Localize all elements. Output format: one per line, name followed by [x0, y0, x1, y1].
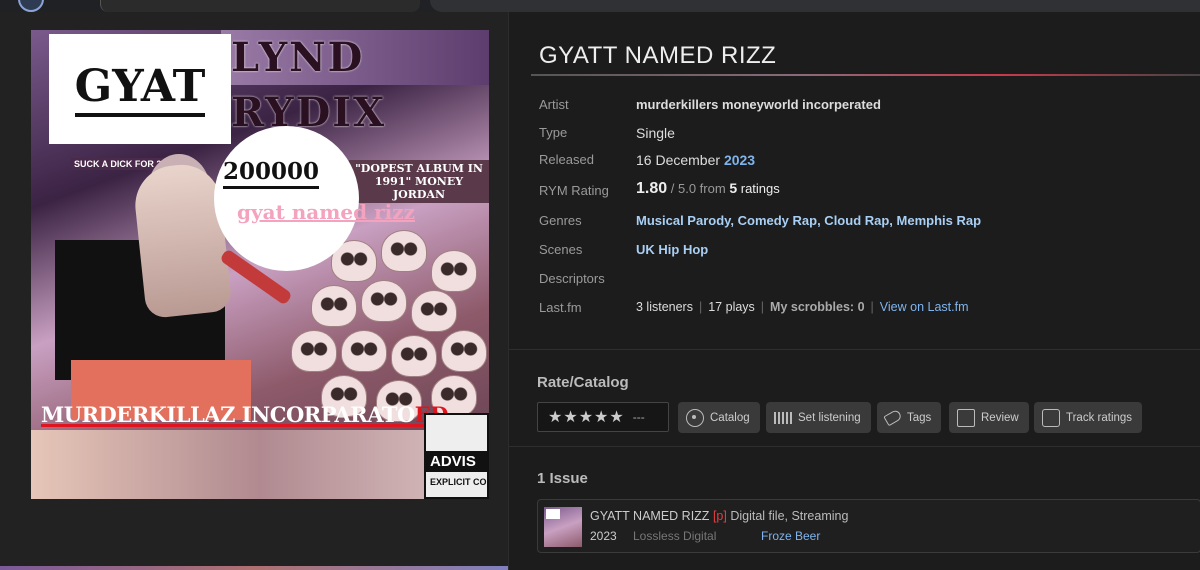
cover-count: 200000 — [223, 158, 320, 189]
released-value: 16 December 2023 — [636, 152, 755, 168]
cover-pink-text: gyat named rizz — [237, 200, 415, 224]
rate-catalog-heading: Rate/Catalog — [537, 374, 629, 391]
released-year-link[interactable]: 2023 — [724, 152, 755, 168]
cover-banner: MURDERKILLAZ INCORPARATOED — [41, 402, 449, 427]
release-title: GYATT NAMED RIZZ — [539, 42, 777, 69]
genres-links[interactable]: Musical Parody, Comedy Rap, Cloud Rap, M… — [636, 213, 981, 228]
lastfm-scrobbles-label: My scrobbles: — [770, 300, 855, 314]
catalog-button[interactable]: Catalog — [678, 402, 760, 433]
set-listening-label: Set listening — [798, 411, 861, 424]
browser-tab[interactable] — [100, 0, 420, 12]
descriptors-label: Descriptors — [539, 271, 605, 286]
rating-value: 1.80 / 5.0 from 5 ratings — [636, 180, 780, 198]
rating-placeholder: --- — [632, 410, 645, 424]
rating-count: 5 — [729, 180, 738, 196]
rating-max: / 5.0 from — [670, 181, 726, 196]
section-divider-2 — [509, 446, 1200, 447]
cover-color-bar — [0, 566, 508, 570]
advisory-bottom-text: EXPLICIT CO — [430, 477, 487, 487]
browser-address-bar[interactable] — [430, 0, 1200, 12]
tags-button[interactable]: Tags — [877, 402, 942, 433]
cover-white-circle — [214, 126, 359, 271]
browser-profile-icon[interactable] — [18, 0, 44, 12]
cover-gyat-text: GYAT — [74, 61, 206, 117]
tags-button-label: Tags — [907, 411, 932, 424]
genres-label: Genres — [539, 213, 582, 228]
lastfm-plays: 17 plays — [708, 300, 755, 314]
issue-title-line: GYATT NAMED RIZZ [p] Digital file, Strea… — [590, 509, 848, 523]
rating-stars[interactable]: ★★★★★ — [548, 407, 625, 427]
title-divider — [531, 74, 1200, 76]
section-divider — [509, 349, 1200, 350]
advisory-top-text: ADVIS — [426, 451, 487, 472]
browser-tab-strip — [0, 0, 1200, 12]
release-info-panel: GYATT NAMED RIZZ Artist murderkillers mo… — [508, 12, 1200, 570]
track-ratings-button[interactable]: Track ratings — [1034, 402, 1143, 433]
review-pen-icon — [957, 408, 975, 427]
issue-format: Digital file, Streaming — [730, 509, 849, 523]
track-ratings-label: Track ratings — [1066, 411, 1133, 424]
lastfm-scrobbles: 0 — [857, 300, 865, 314]
list-icon — [1042, 408, 1060, 427]
issue-attributes: Lossless Digital — [633, 529, 717, 543]
cover-panel: LYND RYDIX SUCK A DICK FOR 20 "DOPEST AL… — [0, 12, 508, 570]
cover-quote: "DOPEST ALBUM IN 1991" MONEY JORDAN — [349, 160, 489, 203]
album-cover[interactable]: LYND RYDIX SUCK A DICK FOR 20 "DOPEST AL… — [31, 30, 489, 499]
rating-label: RYM Rating — [539, 183, 609, 198]
tag-icon — [883, 408, 903, 427]
lastfm-stats: 3 listeners | 17 plays | My scrobbles: 0 | Vie… — [636, 300, 969, 314]
set-listening-button[interactable]: Set listening — [766, 402, 871, 433]
rating-suffix: ratings — [740, 181, 780, 196]
scenes-link[interactable]: UK Hip Hop — [636, 242, 708, 257]
type-label: Type — [539, 125, 568, 140]
artist-link[interactable]: murderkillers moneyworld incorperated — [636, 97, 881, 112]
cover-ground — [31, 430, 489, 499]
cover-background-title: LYND RYDIX — [221, 30, 489, 136]
cover-banner-main: MURDERKILLAZ INCORPARATO — [41, 402, 415, 427]
review-button[interactable]: Review — [949, 402, 1029, 433]
review-button-label: Review — [981, 411, 1019, 424]
released-label: Released — [539, 152, 594, 167]
scenes-label: Scenes — [539, 242, 583, 257]
catalog-button-label: Catalog — [710, 411, 750, 424]
issue-name[interactable]: GYATT NAMED RIZZ — [590, 509, 709, 523]
audio-wave-icon — [774, 411, 792, 424]
issue-item[interactable]: GYATT NAMED RIZZ [p] Digital file, Strea… — [537, 499, 1200, 553]
artist-label: Artist — [539, 97, 569, 112]
lastfm-label: Last.fm — [539, 300, 582, 315]
parental-advisory-logo: ADVIS EXPLICIT CO — [424, 413, 489, 499]
rating-number: 1.80 — [636, 180, 668, 197]
star-rating-input[interactable]: ★★★★★ --- — [537, 402, 669, 432]
issues-heading: 1 Issue — [537, 470, 588, 487]
released-day: 16 December — [636, 152, 721, 168]
lastfm-listeners: 3 listeners — [636, 300, 693, 314]
cover-gyat-box: GYAT — [49, 34, 231, 144]
issue-year: 2023 — [590, 529, 617, 543]
type-value: Single — [636, 125, 675, 141]
issue-primary-flag: [p] — [712, 509, 727, 523]
disc-icon — [686, 408, 704, 427]
issue-label-link[interactable]: Froze Beer — [761, 529, 820, 543]
lastfm-view-link[interactable]: View on Last.fm — [880, 300, 969, 314]
issue-thumbnail[interactable] — [544, 507, 582, 547]
